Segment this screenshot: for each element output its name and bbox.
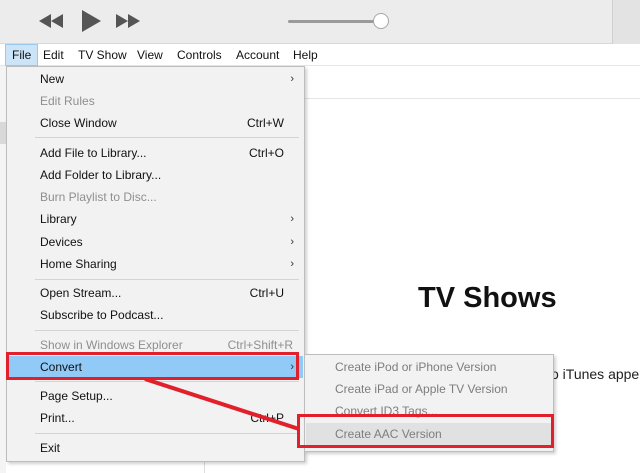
annotation-arrow (144, 377, 300, 431)
annotation-box-create-aac (297, 414, 554, 448)
annotation-box-convert (6, 352, 299, 380)
